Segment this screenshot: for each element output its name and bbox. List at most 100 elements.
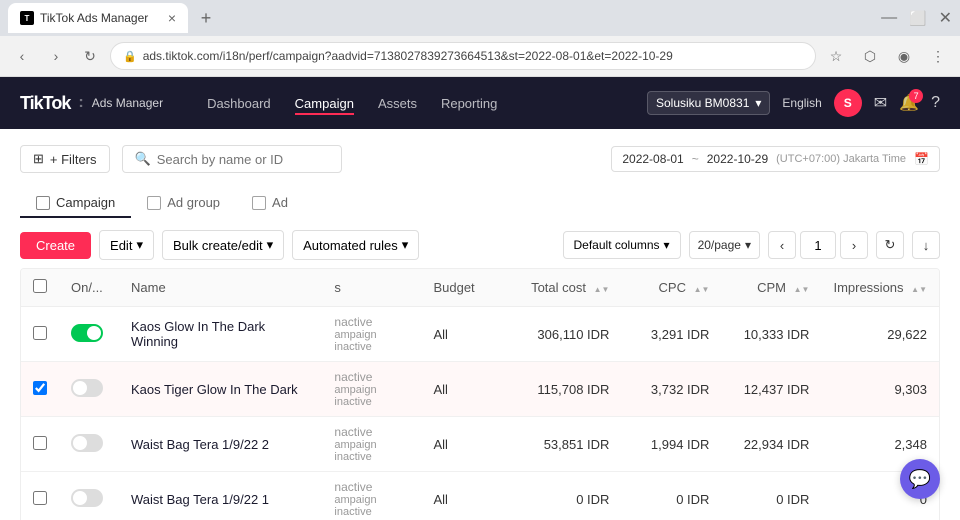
cpc-value: 0 IDR [676, 492, 709, 507]
bookmark-button[interactable]: ☆ [822, 42, 850, 70]
col-budget-header: Budget [421, 269, 501, 307]
maximize-button[interactable]: ⬜ [909, 10, 926, 27]
budget-value: All [433, 492, 447, 507]
total-cost-value: 115,708 IDR [537, 382, 609, 397]
row-cpm-cell: 12,437 IDR [721, 362, 821, 417]
refresh-icon: ↻ [885, 237, 896, 253]
row-cpc-cell: 1,994 IDR [621, 417, 721, 472]
app: TikTok : Ads Manager Dashboard Campaign … [0, 77, 960, 520]
row-toggle-cell[interactable] [59, 472, 119, 520]
notification-button[interactable]: 🔔 7 [899, 93, 919, 113]
content-area: ⊞ + Filters 🔍 2022-08-01 ~ 2022-10-29 (U… [0, 129, 960, 520]
on-off-toggle[interactable] [71, 434, 103, 452]
row-toggle-cell[interactable] [59, 307, 119, 362]
browser-chrome: T TikTok Ads Manager × + — ⬜ ✕ ‹ › ↻ 🔒 a… [0, 0, 960, 77]
columns-label: Default columns [574, 238, 660, 252]
menu-button[interactable]: ⋮ [924, 42, 952, 70]
help-button[interactable]: ? [931, 94, 940, 112]
impressions-value: 2,348 [894, 437, 927, 452]
chat-bubble-button[interactable]: 💬 [900, 459, 940, 499]
active-tab[interactable]: T TikTok Ads Manager × [8, 3, 188, 33]
bulk-create-edit-button[interactable]: Bulk create/edit ▾ [162, 230, 284, 260]
search-box[interactable]: 🔍 [122, 145, 342, 173]
create-button[interactable]: Create [20, 232, 91, 259]
edit-dropdown-icon: ▾ [136, 237, 143, 253]
page-size-selector[interactable]: 20/page ▾ [689, 231, 760, 259]
row-toggle-cell[interactable] [59, 362, 119, 417]
select-all-checkbox[interactable] [33, 279, 47, 293]
status-campaign-text: ampaign inactive [334, 329, 409, 353]
on-off-toggle[interactable] [71, 379, 103, 397]
status-campaign-text: ampaign inactive [334, 384, 409, 408]
search-input[interactable] [157, 152, 329, 167]
next-page-button[interactable]: › [840, 231, 868, 259]
tab-bar: T TikTok Ads Manager × + — ⬜ ✕ [0, 0, 960, 36]
language-selector[interactable]: English [782, 96, 821, 110]
row-toggle-cell[interactable] [59, 417, 119, 472]
row-checkbox[interactable] [33, 491, 47, 505]
row-checkbox-cell[interactable] [21, 417, 59, 472]
row-checkbox-cell[interactable] [21, 307, 59, 362]
mail-button[interactable]: ✉ [874, 93, 887, 113]
reload-button[interactable]: ↻ [76, 42, 104, 70]
refresh-button[interactable]: ↻ [876, 231, 904, 259]
new-tab-button[interactable]: + [192, 4, 220, 32]
row-checkbox-cell[interactable] [21, 472, 59, 520]
col-cpc-header[interactable]: CPC ▲▼ [621, 269, 721, 307]
search-icon: 🔍 [135, 151, 151, 167]
page-number-input[interactable] [800, 231, 836, 259]
back-button[interactable]: ‹ [8, 42, 36, 70]
on-off-toggle[interactable] [71, 324, 103, 342]
timezone-text: (UTC+07:00) Jakarta Time [776, 153, 906, 165]
window-close-button[interactable]: ✕ [939, 8, 952, 28]
close-tab-button[interactable]: × [168, 10, 176, 26]
automated-label: Automated rules [303, 238, 398, 253]
row-checkbox[interactable] [33, 436, 47, 450]
col-cpm-header[interactable]: CPM ▲▼ [721, 269, 821, 307]
campaign-name[interactable]: Waist Bag Tera 1/9/22 2 [131, 437, 310, 452]
question-icon: ? [931, 94, 940, 111]
avatar[interactable]: S [834, 89, 862, 117]
col-total-cost-header[interactable]: Total cost ▲▼ [501, 269, 621, 307]
table-row: Kaos Glow In The Dark Winning nactive am… [21, 307, 939, 362]
tab-ad-label: Ad [272, 195, 288, 210]
address-bar[interactable]: 🔒 ads.tiktok.com/i18n/perf/campaign?aadv… [110, 42, 816, 70]
prev-page-button[interactable]: ‹ [768, 231, 796, 259]
campaign-table: On/... Name s Budget Total cost ▲▼ CPC ▲… [20, 268, 940, 520]
status-text: nactive [334, 315, 409, 329]
automated-rules-button[interactable]: Automated rules ▾ [292, 230, 419, 260]
status-text: nactive [334, 425, 409, 439]
tab-adgroup[interactable]: Ad group [131, 189, 236, 218]
row-checkbox[interactable] [33, 326, 47, 340]
nav-dashboard[interactable]: Dashboard [207, 92, 271, 115]
col-impressions-header[interactable]: Impressions ▲▼ [821, 269, 939, 307]
campaign-name[interactable]: Kaos Tiger Glow In The Dark [131, 382, 310, 397]
tab-adgroup-label: Ad group [167, 195, 220, 210]
col-select-all[interactable] [21, 269, 59, 307]
tab-ad[interactable]: Ad [236, 189, 304, 218]
cpc-value: 3,732 IDR [651, 382, 710, 397]
download-button[interactable]: ↓ [912, 231, 940, 259]
columns-button[interactable]: Default columns ▾ [563, 231, 681, 259]
edit-button[interactable]: Edit ▾ [99, 230, 154, 260]
row-checkbox-cell[interactable] [21, 362, 59, 417]
profile-button[interactable]: ◉ [890, 42, 918, 70]
cpc-value: 3,291 IDR [651, 327, 710, 342]
impressions-value: 9,303 [894, 382, 927, 397]
date-range-picker[interactable]: 2022-08-01 ~ 2022-10-29 (UTC+07:00) Jaka… [611, 146, 940, 172]
nav-reporting[interactable]: Reporting [441, 92, 497, 115]
campaign-name[interactable]: Waist Bag Tera 1/9/22 1 [131, 492, 310, 507]
nav-assets[interactable]: Assets [378, 92, 417, 115]
brand-logo: TikTok [20, 93, 70, 114]
row-checkbox[interactable] [33, 381, 47, 395]
tab-campaign[interactable]: Campaign [20, 189, 131, 218]
campaign-name[interactable]: Kaos Glow In The Dark Winning [131, 319, 310, 349]
forward-button[interactable]: › [42, 42, 70, 70]
on-off-toggle[interactable] [71, 489, 103, 507]
filters-button[interactable]: ⊞ + Filters [20, 145, 110, 173]
account-selector[interactable]: Solusiku BM0831 ▾ [647, 91, 770, 115]
nav-campaign[interactable]: Campaign [295, 92, 354, 115]
page-size-icon: ▾ [745, 238, 751, 252]
extensions-button[interactable]: ⬡ [856, 42, 884, 70]
minimize-button[interactable]: — [881, 9, 897, 27]
